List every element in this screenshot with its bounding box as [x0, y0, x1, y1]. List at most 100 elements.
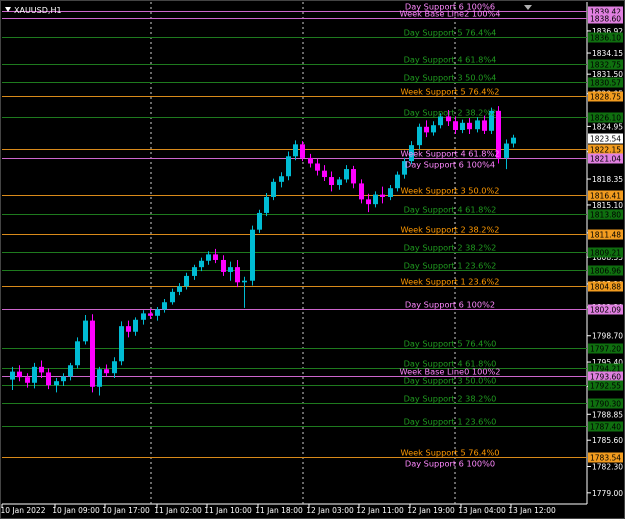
- level-label: Day Support 6 100%0: [405, 459, 495, 469]
- time-tick-label: 13 Jan 04:00: [458, 506, 506, 515]
- time-tick-label: 12 Jan 11:00: [356, 506, 404, 515]
- candle-body: [482, 120, 487, 131]
- candle-body: [17, 371, 22, 378]
- level-label: Week Support 3 50.0%2: [400, 186, 499, 196]
- candle-body: [329, 177, 334, 186]
- time-tick-label: 13 Jan 12:00: [508, 506, 556, 515]
- candle-body: [250, 229, 255, 281]
- level-label: Day Support 6 100%2: [405, 300, 495, 310]
- candle-body: [119, 326, 124, 362]
- level-price-label: 1802.09: [590, 306, 621, 315]
- candle-body: [221, 259, 226, 272]
- level-price-label: 1797.20: [590, 345, 621, 354]
- level-label: Day Support 4 61.8%4: [404, 55, 497, 65]
- price-tick-label: 1785.60: [592, 436, 623, 445]
- time-tick-label: 12 Jan 03:00: [306, 506, 354, 515]
- candle-body: [351, 169, 356, 184]
- candle-body: [184, 275, 189, 287]
- level-price-label: 1792.55: [590, 382, 621, 391]
- level-label: Week Support 1 23.6%2: [400, 277, 499, 287]
- candle-body: [373, 194, 378, 205]
- chart-frame: [0, 0, 625, 519]
- level-price-label: 1830.57: [590, 79, 621, 88]
- candle-body: [46, 372, 51, 386]
- candle-body: [206, 254, 211, 261]
- candle-body: [213, 254, 218, 260]
- candle-body: [112, 361, 117, 374]
- level-label: Week Base Line2 100%4: [399, 9, 500, 19]
- time-tick-label: 10 Jan 2022: [1, 506, 46, 515]
- candle-body: [133, 319, 138, 332]
- candle-body: [97, 369, 102, 387]
- candle-body: [271, 181, 276, 197]
- candle-body: [417, 126, 422, 146]
- level-price-label: 1838.60: [590, 15, 621, 24]
- candle-body: [460, 122, 465, 130]
- level-price-label: 1828.75: [590, 93, 621, 102]
- candle-body: [366, 199, 371, 205]
- candle-body: [293, 144, 298, 157]
- level-price-label: 1832.75: [590, 61, 621, 70]
- candle-body: [228, 267, 233, 272]
- level-label: Week Support 4 61.8%2: [400, 149, 499, 159]
- candle-body: [279, 176, 284, 182]
- level-label: Day Support 2 38.2%2: [404, 243, 497, 253]
- price-tick-label: 1779.00: [592, 489, 623, 498]
- candle-body: [155, 309, 160, 316]
- level-price-label: 1793.60: [590, 373, 621, 382]
- level-price-label: 1811.48: [590, 231, 621, 240]
- candle-body: [431, 125, 436, 133]
- level-label: Week Support 2 38.2%2: [400, 225, 499, 235]
- candle-body: [511, 137, 516, 144]
- current-price-label: 1823.54: [590, 135, 621, 144]
- level-price-label: 1790.30: [590, 400, 621, 409]
- candle-body: [257, 212, 262, 230]
- candle-body: [192, 267, 197, 276]
- price-tick-label: 1818.35: [592, 175, 623, 184]
- candle-body: [83, 320, 88, 342]
- candle-body: [126, 326, 131, 332]
- scroll-marker-icon[interactable]: [524, 5, 532, 10]
- price-tick-label: 1782.30: [592, 463, 623, 472]
- candle-body: [322, 170, 327, 178]
- level-label: Day Support 1 23.6%0: [404, 417, 497, 427]
- level-price-label: 1809.21: [590, 249, 621, 258]
- candle-body: [308, 157, 313, 164]
- level-label: Day Support 5 76.4%0: [404, 339, 497, 349]
- candle-body: [162, 302, 167, 310]
- candle-body: [300, 144, 305, 158]
- level-price-label: 1804.88: [590, 283, 621, 292]
- level-label: Day Support 2 38.2%2: [404, 108, 497, 118]
- candle-body: [453, 121, 458, 130]
- candle-body: [170, 291, 175, 303]
- candle-body: [141, 313, 146, 320]
- candle-body: [264, 196, 269, 213]
- candle-body: [235, 267, 240, 283]
- price-tick-label: 1798.70: [592, 332, 623, 341]
- candle-body: [475, 120, 480, 130]
- price-chart[interactable]: Day Support 6 100%6Week Base Line2 100%4…: [0, 0, 625, 519]
- price-tick-label: 1815.10: [592, 201, 623, 210]
- candle-body: [61, 376, 66, 382]
- level-price-label: 1783.54: [590, 454, 621, 463]
- chart-window[interactable]: Day Support 6 100%6 Week Base Line2 100%4…: [0, 0, 625, 519]
- price-tick-label: 1788.85: [592, 410, 623, 419]
- time-tick-label: 11 Jan 10:00: [204, 506, 252, 515]
- candle-body: [242, 280, 247, 283]
- level-label: Week Support 5 76.4%0: [400, 448, 499, 458]
- candle-body: [54, 381, 59, 386]
- candle-body: [388, 188, 393, 197]
- candle-body: [10, 371, 15, 380]
- level-price-label: 1787.40: [590, 423, 621, 432]
- time-tick-label: 10 Jan 09:00: [52, 506, 100, 515]
- candle-body: [39, 366, 44, 373]
- level-price-label: 1826.10: [590, 114, 621, 123]
- time-tick-label: 10 Jan 17:00: [102, 506, 150, 515]
- candle-body: [395, 174, 400, 189]
- level-price-label: 1821.04: [590, 155, 621, 164]
- candle-body: [25, 377, 30, 383]
- price-tick-label: 1834.15: [592, 49, 623, 58]
- level-label: Day Support 5 76.4%4: [404, 28, 497, 38]
- price-tick-label: 1824.95: [592, 122, 623, 131]
- level-label: Day Support 4 61.8%2: [404, 205, 497, 215]
